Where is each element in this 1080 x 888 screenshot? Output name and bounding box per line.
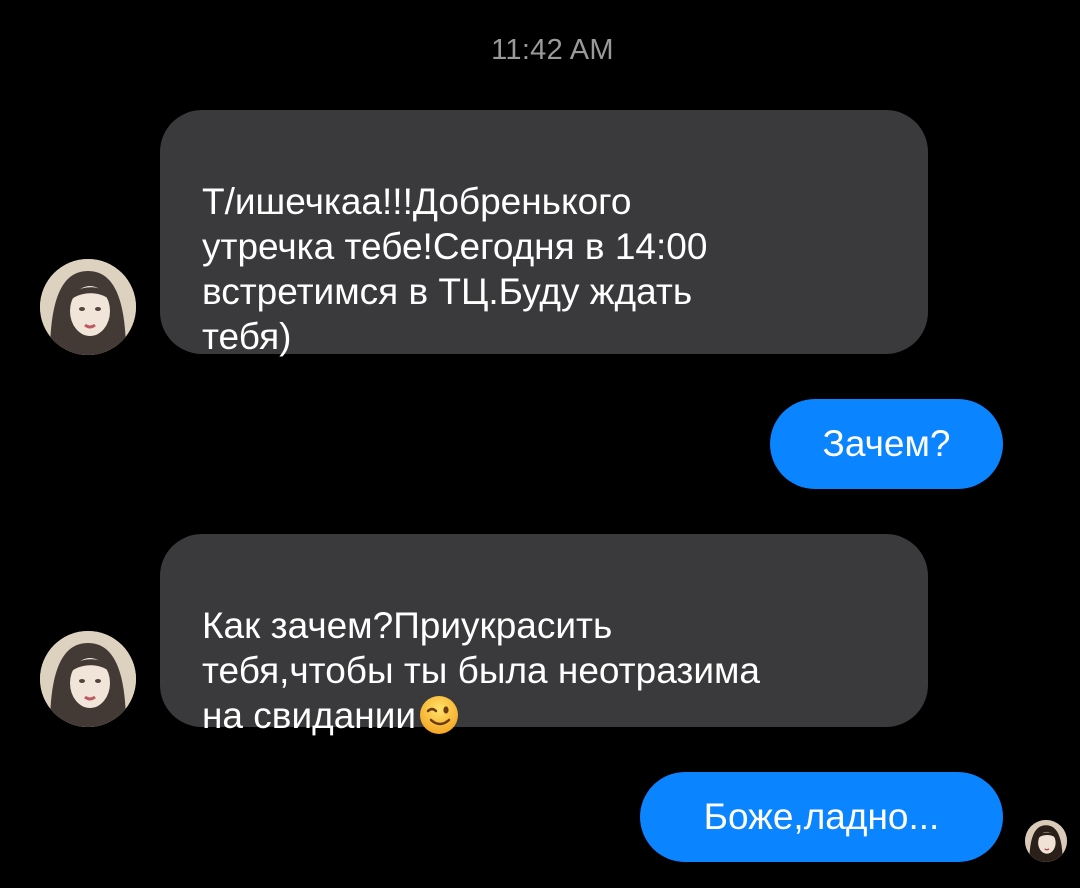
message-text: Зачем?	[822, 423, 951, 464]
avatar-photo-icon	[40, 259, 136, 355]
message-text: Т/ишечкаа!!!Добренького утречка тебе!Сег…	[202, 181, 708, 357]
incoming-message-bubble[interactable]: Как зачем?Приукрасить тебя,чтобы ты была…	[160, 534, 928, 736]
avatar-photo-icon	[1025, 820, 1067, 862]
message-text: Как зачем?Приукрасить тебя,чтобы ты была…	[202, 605, 760, 736]
contact-avatar[interactable]	[40, 631, 136, 727]
contact-avatar[interactable]	[40, 259, 136, 355]
message-text: Боже,ладно...	[703, 796, 940, 837]
outgoing-message-bubble[interactable]: Боже,ладно...	[640, 772, 1003, 862]
incoming-message-bubble[interactable]: Т/ишечкаа!!!Добренького утречка тебе!Сег…	[160, 110, 928, 357]
read-receipt-avatar	[1025, 820, 1067, 862]
timestamp: 11:42 AM	[491, 34, 614, 66]
outgoing-message-bubble[interactable]: Зачем?	[770, 399, 1003, 489]
avatar-photo-icon	[40, 631, 136, 727]
winking-face-emoji-icon	[420, 696, 459, 734]
